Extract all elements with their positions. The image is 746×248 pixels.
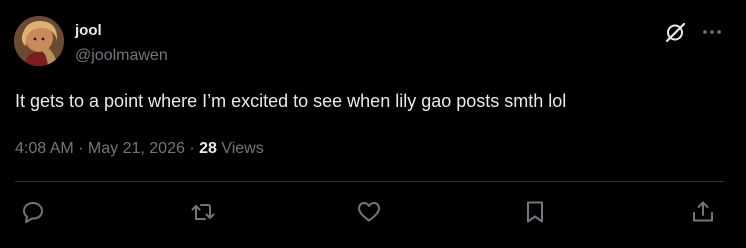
like-button[interactable] bbox=[356, 199, 382, 225]
tweet-text: It gets to a point where I’m excited to … bbox=[15, 91, 567, 111]
tweet-card: jool @joolmawen It gets to a point where… bbox=[0, 0, 746, 248]
like-icon bbox=[358, 202, 380, 222]
author-display-name[interactable]: jool bbox=[75, 22, 102, 40]
meta-separator: · bbox=[184, 140, 200, 157]
reply-icon bbox=[23, 202, 43, 223]
reply-button[interactable] bbox=[20, 199, 46, 225]
views-count: 28 bbox=[199, 140, 217, 157]
views-label: Views bbox=[216, 140, 264, 157]
divider bbox=[15, 181, 724, 182]
share-icon bbox=[693, 201, 713, 222]
author-handle[interactable]: @joolmawen bbox=[75, 46, 168, 66]
more-icon[interactable] bbox=[700, 20, 724, 44]
avatar-image bbox=[14, 16, 64, 66]
tweet-meta: 4:08 AM · May 21, 2026 · 28 Views bbox=[15, 138, 264, 160]
retweet-button[interactable] bbox=[190, 199, 216, 225]
avatar[interactable] bbox=[14, 16, 64, 66]
retweet-icon bbox=[191, 204, 215, 220]
bookmark-button[interactable] bbox=[522, 199, 548, 225]
tweet-date[interactable]: May 21, 2026 bbox=[88, 140, 185, 157]
meta-separator: · bbox=[73, 140, 88, 157]
share-button[interactable] bbox=[690, 199, 716, 225]
grok-icon[interactable] bbox=[664, 20, 688, 44]
bookmark-icon bbox=[527, 201, 543, 223]
tweet-time[interactable]: 4:08 AM bbox=[15, 140, 74, 157]
